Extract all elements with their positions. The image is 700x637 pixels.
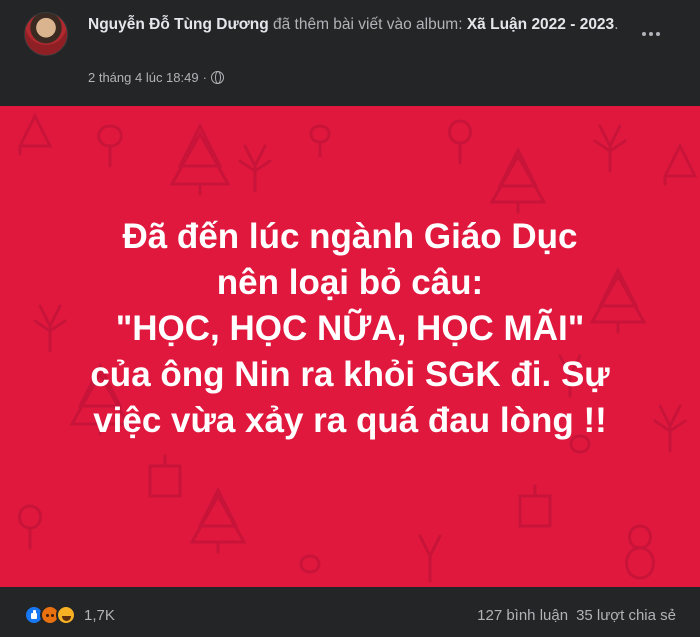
post-footer: 1,7K 127 bình luận 35 lượt chia sẻ	[0, 587, 700, 637]
haha-icon	[56, 605, 76, 625]
album-link[interactable]: Xã Luận 2022 - 2023	[467, 16, 614, 33]
meta-separator: ·	[202, 70, 207, 85]
author-name[interactable]: Nguyễn Đỗ Tùng Dương	[88, 16, 269, 33]
reaction-count[interactable]: 1,7K	[84, 607, 115, 624]
reactions-summary[interactable]: 1,7K	[24, 605, 115, 625]
more-options-icon[interactable]	[636, 24, 666, 44]
image-headline: Đã đến lúc ngành Giáo Dục nên loại bỏ câ…	[90, 217, 610, 440]
post-timestamp[interactable]: 2 tháng 4 lúc 18:49	[88, 70, 199, 85]
album-suffix: .	[614, 16, 619, 33]
post-header: Nguyễn Đỗ Tùng Dương đã thêm bài viết và…	[0, 0, 700, 106]
comment-count[interactable]: 127 bình luận	[477, 607, 568, 624]
share-count[interactable]: 35 lượt chia sẻ	[576, 607, 676, 624]
post-title: Nguyễn Đỗ Tùng Dương đã thêm bài viết và…	[88, 14, 648, 36]
engagement-counts: 127 bình luận 35 lượt chia sẻ	[477, 607, 676, 624]
facebook-post: Nguyễn Đỗ Tùng Dương đã thêm bài viết và…	[0, 0, 700, 637]
author-avatar[interactable]	[24, 12, 68, 56]
post-image[interactable]: Đã đến lúc ngành Giáo Dục nên loại bỏ câ…	[0, 106, 700, 587]
post-action-text: đã thêm bài viết vào album:	[268, 16, 467, 33]
globe-icon[interactable]	[210, 71, 224, 84]
post-meta: 2 tháng 4 lúc 18:49 ·	[88, 70, 224, 85]
